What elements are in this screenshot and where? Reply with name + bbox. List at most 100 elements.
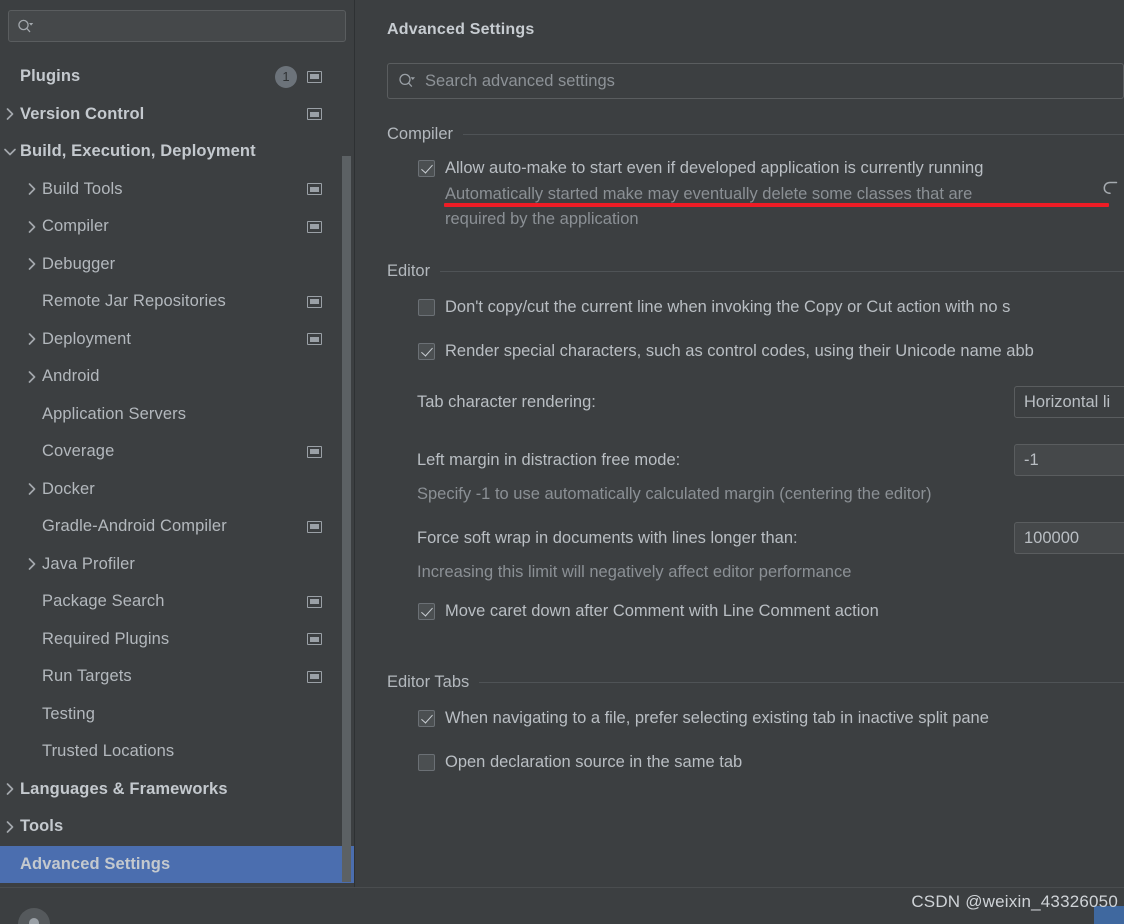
sidebar-item-deployment[interactable]: Deployment	[0, 321, 354, 359]
sidebar-item-label: Languages & Frameworks	[20, 779, 228, 798]
sidebar-item-label: Compiler	[42, 217, 109, 236]
group-header: Editor Tabs	[387, 673, 1124, 692]
sidebar-item-advanced-settings[interactable]: Advanced Settings	[0, 845, 354, 883]
chevron-right-icon[interactable]	[0, 782, 20, 796]
chevron-right-icon[interactable]	[0, 107, 20, 121]
project-settings-icon	[307, 333, 322, 346]
group-title: Compiler	[387, 125, 454, 143]
sidebar-item-required-plugins[interactable]: Required Plugins	[0, 621, 354, 659]
sidebar-item-label: Run Targets	[42, 667, 132, 686]
checkbox-prefer-existing-tab[interactable]	[418, 710, 435, 727]
chevron-right-icon[interactable]	[22, 332, 42, 346]
setting-label: Don't copy/cut the current line when inv…	[445, 298, 1011, 316]
project-settings-icon	[307, 670, 322, 683]
advanced-settings-search-placeholder: Search advanced settings	[425, 71, 615, 90]
sidebar-item-compiler[interactable]: Compiler	[0, 208, 354, 246]
sidebar-item-label: Java Profiler	[42, 554, 136, 573]
sidebar-scrollbar[interactable]	[342, 156, 351, 882]
chevron-right-icon[interactable]	[22, 557, 42, 571]
group-title: Editor Tabs	[387, 673, 470, 691]
setting-allow-auto-make[interactable]: Allow auto-make to start even if develop…	[387, 158, 1124, 232]
divider	[463, 134, 1124, 135]
setting-label: Left margin in distraction free mode:	[417, 451, 681, 469]
chevron-down-icon[interactable]	[0, 146, 20, 158]
checkbox-dont-copy-cut-line[interactable]	[418, 299, 435, 316]
page-title: Advanced Settings	[387, 21, 535, 38]
chevron-right-icon[interactable]	[22, 220, 42, 234]
setting-render-special-characters[interactable]: Render special characters, such as contr…	[387, 341, 1124, 369]
sidebar-item-trusted-locations[interactable]: Trusted Locations	[0, 733, 354, 771]
sidebar-item-label: Build, Execution, Deployment	[20, 142, 256, 161]
sidebar-item-tools[interactable]: Tools	[0, 808, 354, 846]
sidebar-item-label: Testing	[42, 704, 95, 723]
project-settings-icon	[307, 595, 322, 608]
search-icon	[17, 19, 34, 34]
setting-description: Automatically started make may eventuall…	[445, 185, 973, 228]
input-value: -1	[1024, 450, 1039, 469]
sidebar-item-testing[interactable]: Testing	[0, 696, 354, 734]
sidebar-search-container	[0, 0, 354, 50]
sidebar-item-label: Docker	[42, 479, 95, 498]
sidebar-item-label: Android	[42, 367, 100, 386]
sidebar-item-label: Build Tools	[42, 179, 123, 198]
sidebar-item-label: Coverage	[42, 442, 115, 461]
setting-prefer-existing-tab[interactable]: When navigating to a file, prefer select…	[387, 708, 1124, 736]
group-header: Editor	[387, 262, 1124, 281]
setting-dont-copy-cut-line[interactable]: Don't copy/cut the current line when inv…	[387, 297, 1124, 325]
revert-arrow-icon[interactable]	[1100, 178, 1122, 198]
checkbox-open-declaration-same-tab[interactable]	[418, 754, 435, 771]
chevron-right-icon[interactable]	[22, 182, 42, 196]
combo-tab-character-rendering[interactable]: Horizontal li	[1014, 386, 1124, 418]
input-force-soft-wrap[interactable]: 100000	[1014, 522, 1124, 554]
sidebar-item-remote-jar-repositories[interactable]: Remote Jar Repositories	[0, 283, 354, 321]
group-editor-tabs: Editor Tabs When navigating to a file, p…	[387, 673, 1124, 780]
sidebar-item-package-search[interactable]: Package Search	[0, 583, 354, 621]
sidebar-item-label: Required Plugins	[42, 629, 170, 648]
chevron-right-icon[interactable]	[22, 370, 42, 384]
sidebar-item-application-servers[interactable]: Application Servers	[0, 396, 354, 434]
sidebar-item-run-targets[interactable]: Run Targets	[0, 658, 354, 696]
sidebar-item-badge: 1	[275, 65, 297, 88]
advanced-settings-search-input[interactable]: Search advanced settings	[387, 63, 1124, 99]
sidebar-search-input[interactable]	[8, 10, 346, 42]
sidebar-item-gradle-android-compiler[interactable]: Gradle-Android Compiler	[0, 508, 354, 546]
settings-main-panel: Advanced Settings Search advanced settin…	[355, 0, 1124, 924]
annotation-underline	[444, 203, 1109, 207]
setting-open-declaration-same-tab[interactable]: Open declaration source in the same tab	[387, 752, 1124, 780]
sidebar-item-docker[interactable]: Docker	[0, 471, 354, 509]
sidebar-item-label: Plugins	[20, 67, 81, 86]
setting-left-margin: Left margin in distraction free mode: -1…	[387, 444, 1124, 507]
setting-force-soft-wrap: Force soft wrap in documents with lines …	[387, 522, 1124, 585]
chevron-right-icon[interactable]	[22, 482, 42, 496]
project-settings-icon	[307, 220, 322, 233]
setting-label: Tab character rendering:	[417, 393, 596, 411]
sidebar-item-plugins[interactable]: Plugins 1	[0, 58, 354, 96]
sidebar-item-label: Trusted Locations	[42, 742, 175, 761]
sidebar-item-coverage[interactable]: Coverage	[0, 433, 354, 471]
sidebar-item-version-control[interactable]: Version Control	[0, 96, 354, 134]
watermark: CSDN @weixin_43326050	[911, 892, 1118, 911]
sidebar-item-build-execution-deployment[interactable]: Build, Execution, Deployment	[0, 133, 354, 171]
sidebar-item-java-profiler[interactable]: Java Profiler	[0, 546, 354, 584]
divider	[479, 682, 1124, 683]
sidebar-item-android[interactable]: Android	[0, 358, 354, 396]
chevron-right-icon[interactable]	[0, 820, 20, 834]
help-icon[interactable]	[18, 908, 50, 924]
checkbox-allow-auto-make[interactable]	[418, 160, 435, 177]
sidebar-item-build-tools[interactable]: Build Tools	[0, 171, 354, 209]
setting-move-caret-down[interactable]: Move caret down after Comment with Line …	[387, 601, 1124, 629]
project-settings-icon	[307, 295, 322, 308]
sidebar-item-debugger[interactable]: Debugger	[0, 246, 354, 284]
sidebar-item-label: Debugger	[42, 254, 116, 273]
sidebar-item-languages-frameworks[interactable]: Languages & Frameworks	[0, 771, 354, 809]
divider	[440, 271, 1124, 272]
input-left-margin[interactable]: -1	[1014, 444, 1124, 476]
sidebar-item-label: Tools	[20, 817, 64, 836]
chevron-right-icon[interactable]	[22, 257, 42, 271]
project-settings-icon	[307, 108, 322, 121]
setting-description: Increasing this limit will negatively af…	[417, 563, 852, 581]
sidebar-item-label: Deployment	[42, 329, 132, 348]
checkbox-render-special-characters[interactable]	[418, 343, 435, 360]
dialog-bottom-bar: CSDN @weixin_43326050	[0, 887, 1124, 924]
checkbox-move-caret-down[interactable]	[418, 603, 435, 620]
